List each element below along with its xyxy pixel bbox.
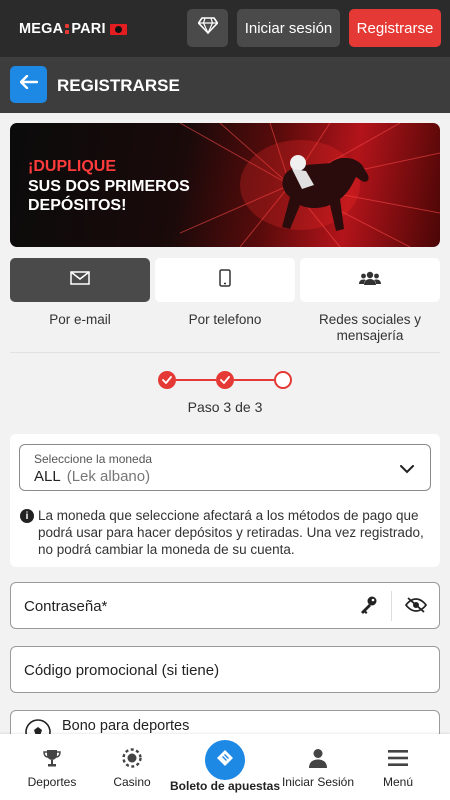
horse-racing-illustration: [180, 123, 440, 247]
users-icon: [359, 270, 381, 291]
step-3-current: [274, 371, 292, 389]
step-text: Paso 3 de 3: [187, 399, 263, 415]
field-separator: [391, 591, 392, 621]
register-button[interactable]: Registrarse: [349, 9, 441, 47]
user-icon: [309, 747, 327, 769]
password-placeholder: Contraseña*: [24, 598, 108, 615]
check-icon: [162, 376, 172, 384]
back-button[interactable]: [10, 66, 47, 103]
albania-flag-icon: [109, 23, 127, 35]
key-icon[interactable]: [359, 595, 379, 620]
nav-betslip-label: Boleto de apuestas: [169, 779, 281, 793]
promo-code-placeholder: Código promocional (si tiene): [24, 662, 220, 679]
arrow-left-icon: [19, 74, 38, 94]
currency-name: (Lek albano): [66, 468, 151, 485]
currency-info-text: La moneda que seleccione afectará a los …: [38, 508, 424, 557]
logo-text-left: MEGA: [19, 21, 64, 37]
tab-email[interactable]: [10, 258, 150, 302]
banner-headline: ¡DUPLIQUE: [28, 158, 116, 175]
password-field[interactable]: Contraseña*: [10, 582, 440, 629]
page-title: REGISTRARSE: [57, 76, 180, 95]
step-connector: [234, 379, 274, 381]
logo-text-right: PARI: [71, 21, 106, 37]
currency-code: ALL: [34, 468, 61, 485]
bonus-label: Bono para deportes: [62, 718, 190, 734]
megapari-logo[interactable]: MEGA PARI: [19, 19, 127, 39]
tab-phone-label: Por telefono: [188, 312, 262, 327]
envelope-icon: [70, 270, 90, 290]
vip-button[interactable]: [187, 9, 228, 47]
page-titlebar: REGISTRARSE: [0, 57, 450, 113]
tab-social-label: Redes sociales y mensajería: [318, 312, 422, 343]
section-divider: [10, 352, 440, 353]
step-connector: [176, 379, 216, 381]
check-icon: [220, 376, 230, 384]
step-1-complete: [158, 371, 176, 389]
currency-select-label: Seleccione la moneda: [34, 452, 153, 466]
progress-stepper: [158, 371, 292, 389]
promo-code-field[interactable]: Código promocional (si tiene): [10, 646, 440, 693]
phone-icon: [219, 268, 231, 292]
currency-card: Seleccione la moneda ALL (Lek albano) i L…: [10, 434, 440, 567]
top-header: MEGA PARI Iniciar sesión Registrarse: [0, 0, 450, 57]
tab-social[interactable]: [300, 258, 440, 302]
banner-subheadline: SUS DOS PRIMEROS DEPÓSITOS!: [28, 178, 190, 214]
diamond-icon: [197, 17, 218, 39]
eye-slash-icon[interactable]: [404, 596, 428, 619]
currency-select[interactable]: Seleccione la moneda ALL (Lek albano): [19, 444, 431, 491]
casino-chip-icon: [122, 747, 142, 769]
betslip-button[interactable]: [205, 740, 245, 780]
hamburger-menu-icon: [388, 747, 408, 769]
step-2-complete: [216, 371, 234, 389]
logo-colon: [65, 23, 70, 35]
login-button[interactable]: Iniciar sesión: [237, 9, 340, 47]
info-icon: i: [20, 509, 34, 523]
tab-email-label: Por e-mail: [49, 312, 111, 327]
currency-select-value: ALL (Lek albano): [34, 468, 150, 485]
trophy-icon: [42, 747, 62, 769]
ticket-icon: [215, 748, 235, 773]
chevron-down-icon: [400, 461, 414, 479]
tab-phone[interactable]: [155, 258, 295, 302]
promo-banner[interactable]: ¡DUPLIQUE SUS DOS PRIMEROS DEPÓSITOS!: [10, 123, 440, 247]
